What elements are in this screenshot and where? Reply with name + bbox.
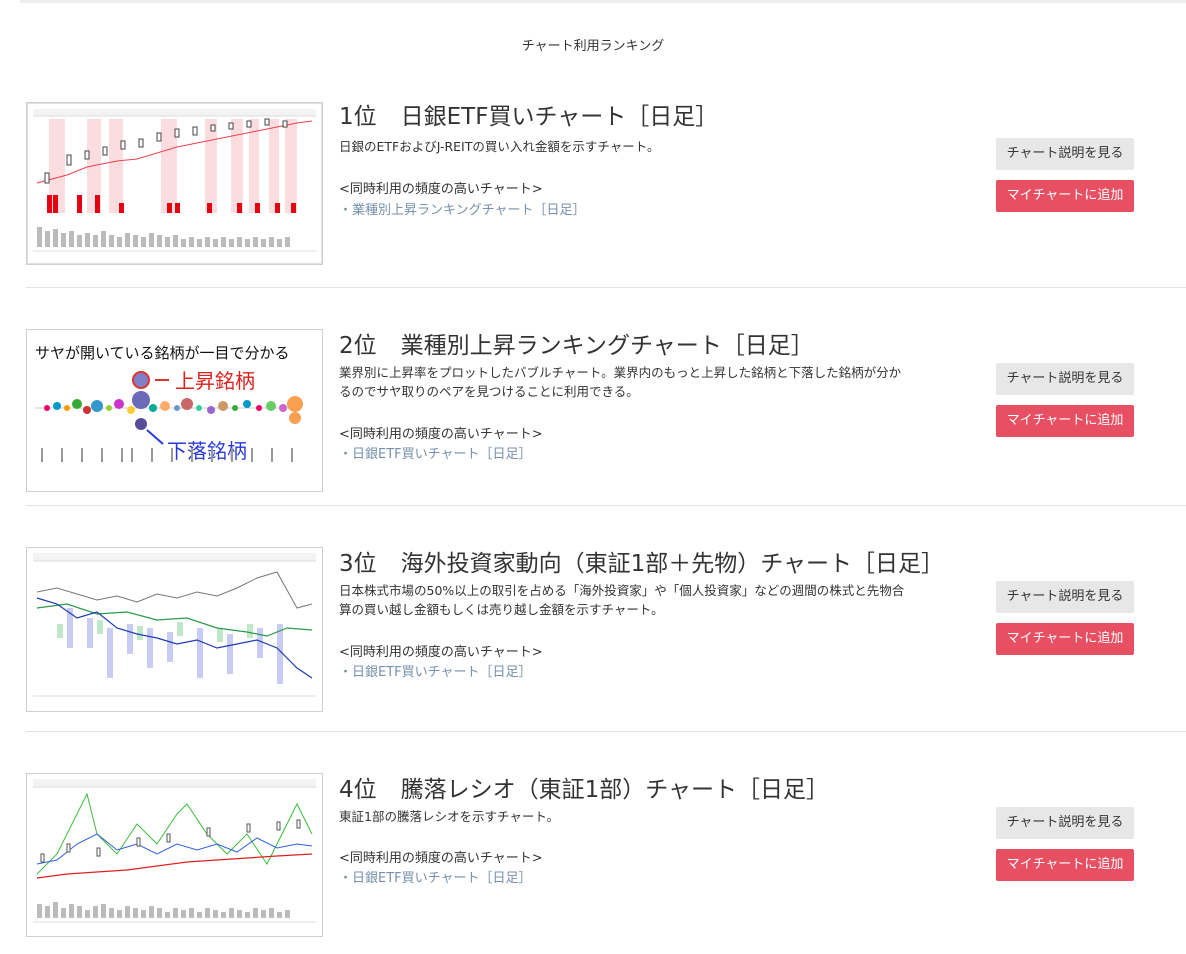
ranking-item-1: 1位 日銀ETF買いチャート［日足］ 日銀のETFおよびJ-REITの買い入れ金額… <box>26 27 1186 288</box>
rank-label: 4位 <box>339 777 377 803</box>
thumb-caption: サヤが開いている銘柄が一目で分かる <box>35 344 290 362</box>
related-chart-link-text[interactable]: 業種別上昇ランキングチャート［日足］ <box>352 203 585 218</box>
rank-label: 3位 <box>339 551 377 577</box>
related-chart-link[interactable]: ・業種別上昇ランキングチャート［日足］ <box>339 199 586 218</box>
related-heading: <同時利用の頻度の高いチャート> <box>339 645 543 660</box>
add-to-my-chart-button[interactable]: マイチャートに追加 <box>996 405 1134 437</box>
item-title: 2位 業種別上昇ランキングチャート［日足］ <box>339 326 814 360</box>
related-chart-link-text[interactable]: 日銀ETF買いチャート［日足］ <box>352 447 532 462</box>
ranking-item-2: サヤが開いている銘柄が一目で分かる 上昇銘柄 下落銘柄 2位 業種別上昇ランキン… <box>26 253 1186 506</box>
item-description: 東証1部の騰落レシオを示すチャート。 <box>339 809 560 824</box>
rank-label: 1位 <box>339 104 377 130</box>
related-heading: <同時利用の頻度の高いチャート> <box>339 851 543 866</box>
chart-explain-button[interactable]: チャート説明を見る <box>996 363 1134 395</box>
bullet-icon: ・ <box>339 447 353 462</box>
item-title: 4位 騰落レシオ（東証1部）チャート［日足］ <box>339 770 829 804</box>
item-title: 1位 日銀ETF買いチャート［日足］ <box>339 97 718 131</box>
chart-name: 日銀ETF買いチャート［日足］ <box>400 104 719 130</box>
add-to-my-chart-button[interactable]: マイチャートに追加 <box>996 849 1134 881</box>
item-title: 3位 海外投資家動向（東証1部＋先物）チャート［日足］ <box>339 544 944 578</box>
bullet-icon: ・ <box>339 665 353 680</box>
item-description: 日本株式市場の50%以上の取引を占める「海外投資家」や「個人投資家」などの週間の… <box>339 583 905 617</box>
related-heading: <同時利用の頻度の高いチャート> <box>339 182 543 197</box>
related-chart-link-text[interactable]: 日銀ETF買いチャート［日足］ <box>352 665 532 680</box>
chart-name: 騰落レシオ（東証1部）チャート［日足］ <box>400 777 830 803</box>
chart-thumbnail-4[interactable] <box>26 773 323 937</box>
thumb-down-label: 下落銘柄 <box>167 439 247 463</box>
chart-explain-button[interactable]: チャート説明を見る <box>996 807 1134 839</box>
chart-name: 業種別上昇ランキングチャート［日足］ <box>400 333 814 359</box>
item-description: 業界別に上昇率をプロットしたバブルチャート。業界内のもっと上昇した銘柄と下落した… <box>339 365 902 399</box>
top-border <box>20 0 1186 3</box>
bullet-icon: ・ <box>339 203 353 218</box>
thumb-up-label: 上昇銘柄 <box>175 369 255 393</box>
ranking-item-3: 3位 海外投資家動向（東証1部＋先物）チャート［日足］ 日本株式市場の50%以上の… <box>26 471 1186 732</box>
chart-thumbnail-3[interactable] <box>26 547 323 712</box>
chart-thumbnail-2[interactable]: サヤが開いている銘柄が一目で分かる 上昇銘柄 下落銘柄 <box>26 329 323 492</box>
add-to-my-chart-button[interactable]: マイチャートに追加 <box>996 180 1134 212</box>
chart-explain-button[interactable]: チャート説明を見る <box>996 138 1134 170</box>
chart-thumbnail-1[interactable] <box>26 102 323 265</box>
related-heading: <同時利用の頻度の高いチャート> <box>339 427 543 442</box>
related-chart-link[interactable]: ・日銀ETF買いチャート［日足］ <box>339 443 532 462</box>
rank-label: 2位 <box>339 333 377 359</box>
ranking-item-4: 4位 騰落レシオ（東証1部）チャート［日足］ 東証1部の騰落レシオを示すチャート。… <box>26 697 1186 937</box>
related-chart-link[interactable]: ・日銀ETF買いチャート［日足］ <box>339 867 532 886</box>
add-to-my-chart-button[interactable]: マイチャートに追加 <box>996 623 1134 655</box>
item-description: 日銀のETFおよびJ-REITの買い入れ金額を示すチャート。 <box>339 139 660 154</box>
bullet-icon: ・ <box>339 871 353 886</box>
related-chart-link-text[interactable]: 日銀ETF買いチャート［日足］ <box>352 871 532 886</box>
chart-name: 海外投資家動向（東証1部＋先物）チャート［日足］ <box>400 551 945 577</box>
related-chart-link[interactable]: ・日銀ETF買いチャート［日足］ <box>339 661 532 680</box>
chart-explain-button[interactable]: チャート説明を見る <box>996 581 1134 613</box>
